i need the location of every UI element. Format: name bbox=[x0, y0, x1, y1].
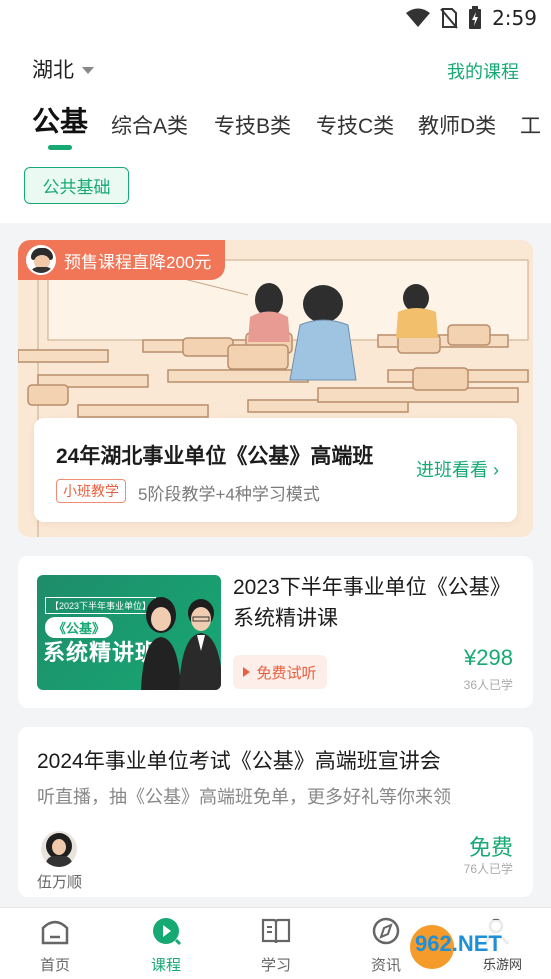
live-price: 免费 bbox=[468, 835, 513, 860]
teacher-photos bbox=[141, 597, 221, 690]
tab-jiaoshi-d[interactable]: 教师D类 bbox=[418, 110, 496, 140]
course-price: ¥298 bbox=[464, 645, 513, 670]
course-card[interactable]: 【2023下半年事业单位】 《公基》 系统精讲班 2023下半年事业单位《公基》… bbox=[18, 556, 533, 708]
promo-text: 预售课程直降200元 bbox=[64, 252, 212, 272]
promo-tag: 预售课程直降200元 bbox=[18, 240, 226, 280]
region-selector[interactable]: 湖北 bbox=[32, 54, 94, 84]
tab-zonghe-a[interactable]: 综合A类 bbox=[111, 110, 188, 140]
avatar bbox=[41, 831, 77, 867]
nav-study-label: 学习 bbox=[260, 957, 291, 974]
nav-courses-label: 课程 bbox=[150, 957, 181, 974]
home-icon bbox=[41, 920, 69, 945]
tab-gongji[interactable]: 公基 bbox=[32, 104, 88, 140]
live-title: 2024年事业单位考试《公基》高端班宣讲会 bbox=[37, 750, 441, 773]
free-trial-button[interactable]: 免费试听 bbox=[233, 655, 327, 689]
tab-more[interactable]: 工 bbox=[520, 110, 541, 140]
banner-course-card[interactable]: 24年湖北事业单位《公基》高端班 小班教学 5阶段教学+4种学习模式 进班看看 … bbox=[34, 418, 517, 522]
teacher-name: 伍万顺 bbox=[37, 874, 83, 891]
teacher-avatar bbox=[26, 245, 56, 275]
course-title: 2023下半年事业单位《公基》系统精讲课 bbox=[233, 576, 511, 630]
compass-icon bbox=[372, 917, 400, 945]
live-description: 听直播，抽《公基》高端班免单，更多好礼等你来领 bbox=[37, 787, 451, 807]
status-time: 2:59 bbox=[492, 6, 537, 30]
banner-course-subtitle: 5阶段教学+4种学习模式 bbox=[138, 485, 320, 504]
course-thumbnail: 【2023下半年事业单位】 《公基》 系统精讲班 bbox=[37, 575, 221, 690]
my-courses-link[interactable]: 我的课程 bbox=[447, 58, 519, 84]
learner-count: 36人已学 bbox=[463, 678, 513, 692]
small-class-tag: 小班教学 bbox=[56, 479, 126, 503]
category-tabs: 公基 综合A类 专技B类 专技C类 教师D类 工 bbox=[0, 104, 551, 154]
live-card[interactable]: 2024年事业单位考试《公基》高端班宣讲会 听直播，抽《公基》高端班免单，更多好… bbox=[18, 727, 533, 897]
watermark-text: 962.NET bbox=[415, 931, 502, 956]
play-icon bbox=[243, 667, 251, 677]
wifi-icon bbox=[406, 8, 431, 27]
status-bar: 2:59 bbox=[0, 0, 551, 38]
nav-home[interactable]: 首页 bbox=[15, 916, 95, 975]
enter-class-link[interactable]: 进班看看 › bbox=[416, 456, 499, 482]
tab-zhuanji-c[interactable]: 专技C类 bbox=[316, 110, 394, 140]
book-icon bbox=[261, 918, 291, 944]
free-trial-label: 免费试听 bbox=[256, 664, 317, 682]
status-icons: 2:59 bbox=[406, 6, 537, 30]
tab-zhuanji-b[interactable]: 专技B类 bbox=[214, 110, 291, 140]
live-learner-count: 76人已学 bbox=[463, 862, 513, 876]
header: 湖北 我的课程 公基 综合A类 专技B类 专技C类 教师D类 工 公共基础 bbox=[0, 38, 551, 223]
play-circle-icon bbox=[153, 918, 182, 946]
no-sim-icon bbox=[440, 8, 458, 29]
site-watermark: 962.NET 乐游网 bbox=[407, 920, 545, 974]
banner-course-title: 24年湖北事业单位《公基》高端班 bbox=[56, 445, 374, 468]
tab-indicator bbox=[48, 145, 72, 150]
watermark-sub: 乐游网 bbox=[483, 958, 522, 973]
nav-home-label: 首页 bbox=[39, 957, 70, 974]
chevron-down-icon bbox=[82, 66, 94, 74]
promo-banner[interactable]: 预售课程直降200元 24年湖北事业单位《公基》高端班 小班教学 5阶段教学+4… bbox=[18, 240, 533, 537]
filter-chip[interactable]: 公共基础 bbox=[24, 167, 129, 204]
region-label: 湖北 bbox=[32, 59, 74, 82]
nav-courses[interactable]: 课程 bbox=[126, 916, 206, 975]
battery-icon bbox=[469, 6, 482, 29]
nav-study[interactable]: 学习 bbox=[236, 916, 316, 975]
